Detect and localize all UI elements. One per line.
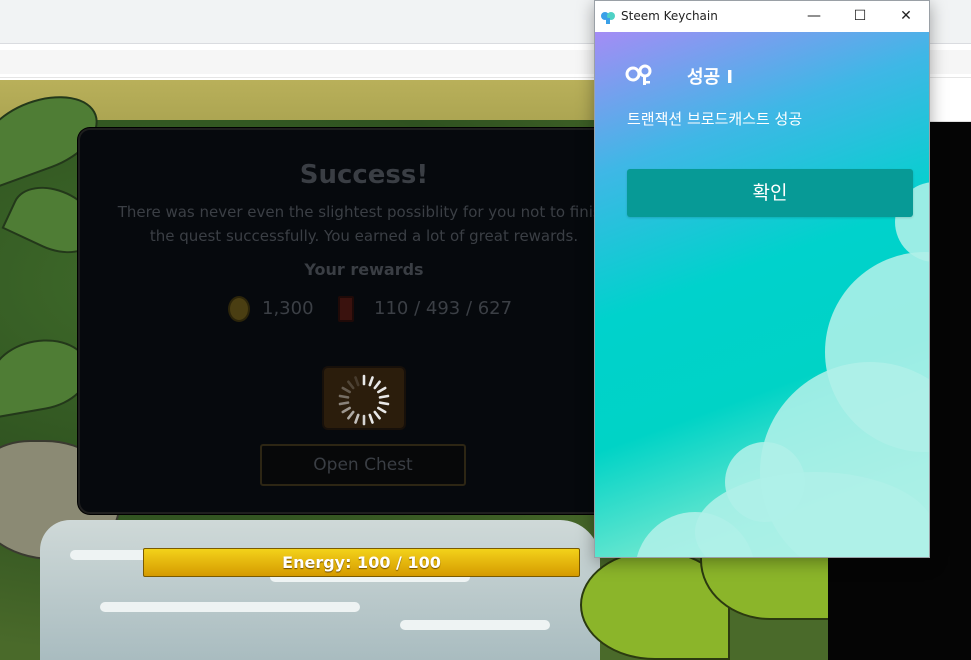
keychain-logo-icon (601, 12, 615, 24)
water-wave (400, 620, 550, 630)
maximize-icon: ☐ (853, 8, 867, 24)
card-book-icon (338, 296, 354, 322)
water-wave (100, 602, 360, 612)
success-heading: 성공 I (687, 67, 734, 88)
window-title: Steem Keychain (621, 9, 718, 23)
river-water (40, 520, 600, 660)
confirm-button[interactable]: 확인 (627, 169, 913, 217)
screen: Success! There was never even the slight… (0, 0, 971, 660)
open-chest-button[interactable]: Open Chest (260, 444, 466, 486)
modal-description: There was never even the slightest possi… (117, 203, 611, 245)
card-counts: 110 / 493 / 627 (374, 298, 513, 319)
energy-bar: Energy: 100 / 100 (143, 548, 580, 577)
keychain-content: 성공 I 트랜잭션 브로드캐스트 성공 확인 (595, 32, 929, 557)
rewards-row: 1,300 110 / 493 / 627 (80, 294, 648, 324)
close-button[interactable]: ✕ (883, 1, 929, 32)
coin-amount: 1,300 (262, 298, 314, 319)
modal-title: Success! (299, 160, 429, 190)
maximize-button[interactable]: ☐ (837, 1, 883, 32)
window-titlebar[interactable]: Steem Keychain — ☐ ✕ (595, 1, 929, 32)
quest-success-modal: Success! There was never even the slight… (78, 128, 638, 514)
steem-keychain-window: Steem Keychain — ☐ ✕ 성공 I 트랜잭션 브로드캐스트 성공… (594, 0, 930, 558)
minimize-icon: — (807, 8, 821, 24)
keychain-key-icon (625, 64, 652, 85)
coin-icon (228, 296, 250, 322)
rewards-heading: Your rewards (304, 260, 424, 279)
close-icon: ✕ (900, 8, 912, 24)
minimize-button[interactable]: — (791, 1, 837, 32)
loading-spinner-icon (338, 374, 390, 426)
success-message: 트랜잭션 브로드캐스트 성공 (627, 110, 803, 128)
